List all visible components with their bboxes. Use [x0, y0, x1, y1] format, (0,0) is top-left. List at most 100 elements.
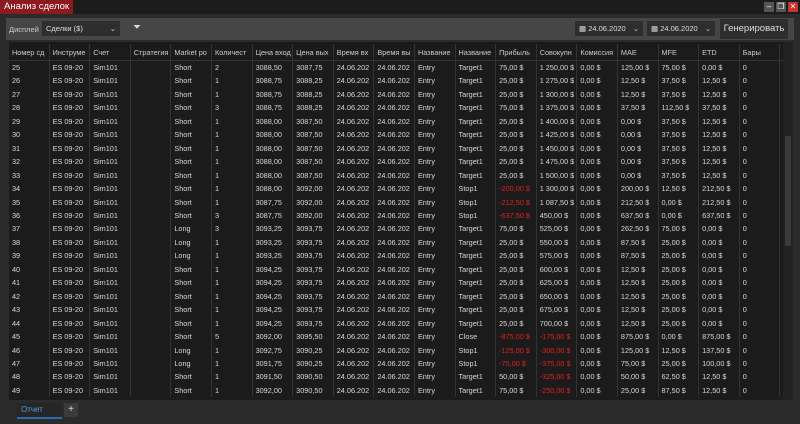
table-cell: 3092,00	[293, 182, 334, 196]
table-cell: Entry	[415, 276, 456, 290]
table-row[interactable]: 31 ES 09-20 Sim101 Short 1 3088,00 3087,50 24.0…	[9, 141, 793, 156]
column-header[interactable]: Количест	[212, 44, 253, 60]
table-cell: 24.06.202	[334, 276, 375, 290]
title-bar: Анализ сделок ‒ ❐ ✕	[0, 0, 800, 14]
table-cell: 0,00 $	[699, 276, 740, 290]
table-cell: 37,50 $	[659, 168, 700, 183]
table-cell: 37	[9, 222, 50, 236]
column-header[interactable]: Счет	[90, 44, 131, 60]
column-header[interactable]: Время вх	[334, 44, 375, 60]
table-row[interactable]: 27 ES 09-20 Sim101 Short 1 3088,75 3088,25 24.0…	[9, 87, 793, 102]
column-header[interactable]: Название	[456, 44, 497, 60]
table-cell: 24.06.202	[334, 195, 375, 209]
table-row[interactable]: 25 ES 09-20 Sim101 Short 2 3088,50 3087,75 24.0…	[9, 61, 793, 75]
table-cell: ES 09-20	[50, 343, 91, 357]
table-row[interactable]: 45 ES 09-20 Sim101 Short 5 3092,00 3095,50 24.0…	[9, 330, 793, 344]
table-cell: 0,00 $	[699, 61, 740, 75]
table-row[interactable]: 29 ES 09-20 Sim101 Short 1 3088,00 3087,50 24.0…	[9, 114, 793, 129]
display-select[interactable]: Сделки ($) ⌄	[42, 21, 120, 36]
date-to-picker[interactable]: ▦ 24.06.2020 ⌄	[647, 21, 715, 36]
column-header[interactable]: Номер сд	[9, 44, 50, 60]
table-row[interactable]: 44 ES 09-20 Sim101 Short 1 3094,25 3093,75 24.0…	[9, 316, 793, 331]
filter-icon[interactable]: ⏷	[133, 22, 141, 33]
table-cell: 24.06.202	[374, 168, 415, 183]
column-header[interactable]: Market po	[171, 44, 212, 60]
column-header[interactable]: Инструме	[50, 44, 91, 60]
table-row[interactable]: 40 ES 09-20 Sim101 Short 1 3094,25 3093,75 24.0…	[9, 262, 793, 277]
table-cell: Sim101	[90, 383, 131, 398]
table-cell: 1	[212, 383, 253, 398]
table-cell: Sim101	[90, 222, 131, 236]
table-row[interactable]: 42 ES 09-20 Sim101 Short 1 3094,25 3093,75 24.0…	[9, 289, 793, 304]
table-cell	[131, 276, 172, 290]
column-header[interactable]: MFE	[659, 44, 700, 60]
column-header[interactable]: Название	[415, 44, 456, 60]
column-header[interactable]: Время вы	[374, 44, 415, 60]
table-cell	[131, 61, 172, 75]
minimize-icon[interactable]: ‒	[764, 2, 774, 12]
table-row[interactable]: 35 ES 09-20 Sim101 Short 1 3087,75 3092,00 24.0…	[9, 195, 793, 209]
column-header[interactable]: Прибыль	[496, 44, 537, 60]
add-tab-button[interactable]: +	[64, 403, 78, 417]
column-header[interactable]: Совокупн	[537, 44, 578, 60]
table-row[interactable]: 48 ES 09-20 Sim101 Short 1 3091,50 3090,50 24.0…	[9, 370, 793, 384]
column-header[interactable]: Бары	[740, 44, 781, 60]
column-header[interactable]: Цена вход	[253, 44, 294, 60]
date-from-picker[interactable]: ▦ 24.06.2020 ⌄	[575, 21, 643, 36]
close-icon[interactable]: ✕	[788, 2, 798, 12]
table-row[interactable]: 49 ES 09-20 Sim101 Short 1 3092,00 3090,50 24.0…	[9, 383, 793, 398]
table-cell: 45	[9, 330, 50, 344]
table-cell: 25,00 $	[496, 141, 537, 156]
table-row[interactable]: 36 ES 09-20 Sim101 Short 3 3087,75 3092,00 24.0…	[9, 208, 793, 223]
table-cell: 37,50 $	[659, 114, 700, 129]
table-cell: 3094,25	[253, 316, 294, 331]
table-cell: 3088,00	[253, 168, 294, 183]
tab-report[interactable]: Отчет	[17, 403, 62, 419]
restore-icon[interactable]: ❐	[776, 2, 786, 12]
table-row[interactable]: 30 ES 09-20 Sim101 Short 1 3088,00 3087,50 24.0…	[9, 128, 793, 142]
column-header[interactable]: Цена вых	[293, 44, 334, 60]
table-cell: ES 09-20	[50, 356, 91, 371]
table-cell: 24.06.202	[334, 87, 375, 102]
table-cell: Entry	[415, 208, 456, 223]
table-cell: 125,00 $	[618, 343, 659, 357]
table-cell: 24.06.202	[374, 128, 415, 142]
column-header[interactable]: Комиссия	[577, 44, 618, 60]
table-cell: ES 09-20	[50, 87, 91, 102]
generate-button[interactable]: Генерировать	[720, 19, 788, 39]
table-cell: ES 09-20	[50, 289, 91, 304]
table-cell: Sim101	[90, 114, 131, 129]
table-cell: 1 087,50 $	[537, 195, 578, 209]
table-row[interactable]: 37 ES 09-20 Sim101 Long 3 3093,25 3093,75 24.06…	[9, 222, 793, 236]
table-cell: 24.06.202	[334, 208, 375, 223]
column-header[interactable]: MAE	[618, 44, 659, 60]
table-row[interactable]: 34 ES 09-20 Sim101 Short 1 3088,00 3092,00 24.0…	[9, 182, 793, 196]
table-row[interactable]: 39 ES 09-20 Sim101 Long 1 3093,25 3093,75 24.06…	[9, 249, 793, 263]
table-row[interactable]: 33 ES 09-20 Sim101 Short 1 3088,00 3087,50 24.0…	[9, 168, 793, 183]
table-cell: Target1	[456, 222, 497, 236]
table-row[interactable]: 41 ES 09-20 Sim101 Short 1 3094,25 3093,75 24.0…	[9, 276, 793, 290]
column-header[interactable]: ETD	[699, 44, 740, 60]
column-header[interactable]: Стратегия	[131, 44, 172, 60]
table-row[interactable]: 38 ES 09-20 Sim101 Long 1 3093,25 3093,75 24.06…	[9, 235, 793, 250]
table-row[interactable]: 26 ES 09-20 Sim101 Short 1 3088,75 3088,25 24.0…	[9, 74, 793, 88]
table-cell: 12,50 $	[618, 316, 659, 331]
table-cell: 3088,75	[253, 101, 294, 115]
scrollbar-thumb[interactable]	[785, 136, 791, 246]
table-cell: 3093,75	[293, 316, 334, 331]
table-cell: Target1	[456, 141, 497, 156]
table-cell: 24.06.202	[334, 101, 375, 115]
table-row[interactable]: 32 ES 09-20 Sim101 Short 1 3088,00 3087,50 24.0…	[9, 155, 793, 169]
table-cell: ES 09-20	[50, 128, 91, 142]
table-cell: 25,00 $	[659, 316, 700, 331]
table-row[interactable]: 28 ES 09-20 Sim101 Short 3 3088,75 3088,25 24.0…	[9, 101, 793, 115]
vertical-scrollbar[interactable]	[783, 42, 793, 400]
table-row[interactable]: 47 ES 09-20 Sim101 Long 1 3091,75 3090,25 24.06…	[9, 356, 793, 371]
table-row[interactable]: 46 ES 09-20 Sim101 Long 1 3092,75 3090,25 24.06…	[9, 343, 793, 357]
table-cell: 637,50 $	[699, 208, 740, 223]
table-cell: 25,00 $	[659, 303, 700, 317]
table-cell: ES 09-20	[50, 208, 91, 223]
table-cell: 24.06.202	[334, 370, 375, 384]
table-cell: 87,50 $	[618, 235, 659, 250]
table-row[interactable]: 43 ES 09-20 Sim101 Short 1 3094,25 3093,75 24.0…	[9, 303, 793, 317]
